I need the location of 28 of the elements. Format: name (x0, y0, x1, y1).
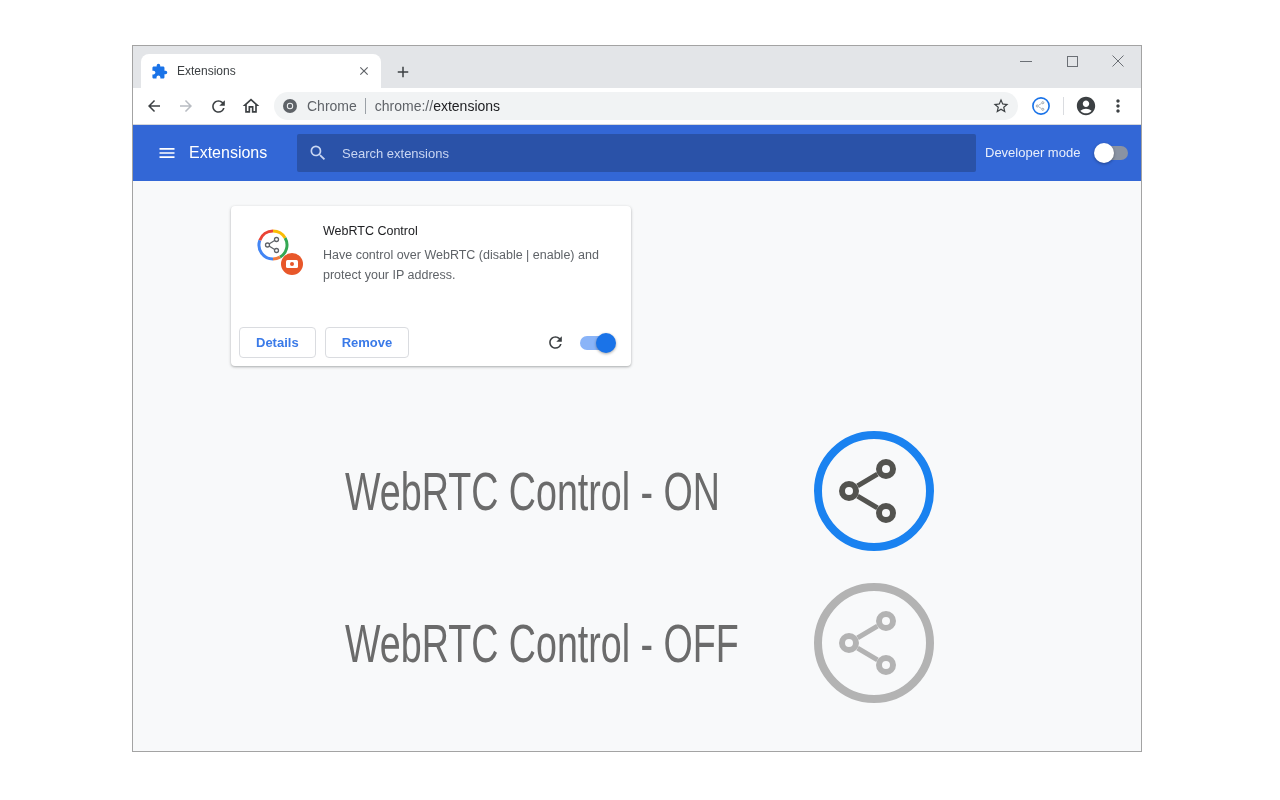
address-bar[interactable]: Chrome chrome://extensions (274, 92, 1018, 120)
reload-icon[interactable] (546, 333, 565, 352)
search-icon (308, 143, 328, 163)
tab-title: Extensions (177, 63, 236, 80)
extension-description: Have control over WebRTC (disable | enable) and protect your IP address. (323, 247, 600, 284)
site-logo-icon (283, 99, 297, 113)
status-caption: WebRTC Control - ON (345, 464, 720, 518)
status-caption: WebRTC Control - OFF (345, 616, 739, 670)
developer-mode-label: Developer mode (985, 144, 1081, 163)
star-icon[interactable] (992, 97, 1010, 115)
url-text: chrome://extensions (374, 96, 501, 116)
share-icon[interactable] (1032, 97, 1050, 115)
home-icon[interactable] (241, 96, 261, 116)
browser-tab[interactable]: Extensions (141, 54, 381, 88)
remove-button[interactable]: Remove (324, 327, 410, 358)
close-icon[interactable] (357, 64, 371, 78)
minimize-icon[interactable] (1020, 60, 1032, 62)
extension-name: WebRTC Control (323, 223, 419, 239)
site-label: Chrome (307, 96, 357, 116)
search-field[interactable]: Search extensions (297, 134, 976, 172)
puzzle-piece-icon (151, 62, 168, 80)
close-icon[interactable] (1112, 55, 1124, 67)
maximize-icon[interactable] (1066, 55, 1078, 67)
account-icon[interactable] (1075, 95, 1097, 117)
toggle-switch[interactable] (1096, 146, 1129, 160)
share-logo-icon (256, 228, 304, 276)
page-title: Extensions (189, 143, 268, 163)
details-button[interactable]: Details (239, 327, 316, 358)
